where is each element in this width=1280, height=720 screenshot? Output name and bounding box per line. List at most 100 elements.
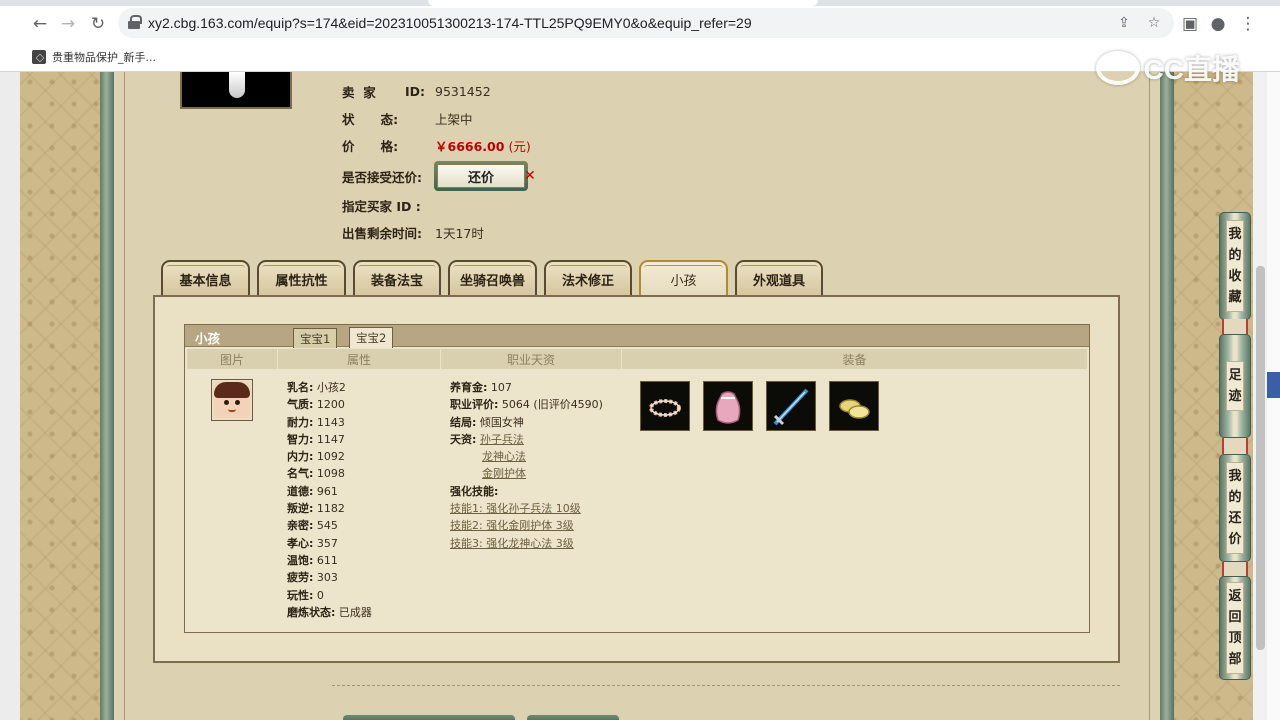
price-unit: (元) [508,138,531,154]
profile-icon[interactable]: ● [1206,12,1230,36]
skill-row: 技能1: 强化孙子兵法 10级 [450,500,603,517]
attribute-row: 叛逆: 1182 [287,502,345,516]
scrollbar-thumb[interactable] [1256,266,1265,650]
column-header-equipment: 装备 [622,349,1087,369]
watermark-text: CC直播 [1143,54,1240,85]
attribute-row: 道德: 961 [287,484,338,498]
child-panel-title: 小孩 [195,331,221,346]
attribute-row: 名气: 1098 [287,467,345,481]
item-image [180,72,292,109]
attribute-row: 耐力: 1143 [287,415,345,429]
favorites-label: 我的收藏 [1226,220,1244,312]
counter-offer-button-label[interactable]: 还价 [437,164,525,188]
counter-offer-button[interactable]: 还价 [434,161,528,191]
tab-attributes[interactable]: 属性抗性 [257,260,346,296]
time-left-label: 出售剩余时间: [342,225,422,241]
tab-spell-correction[interactable]: 法术修正 [544,260,632,296]
attribute-row: 气质: 1200 [287,398,345,412]
career-talent-row: 龙神心法 [450,448,603,465]
equipment-slot[interactable] [766,381,816,431]
browser-toolbar: ← → ↻ xy2.cbg.163.com/equip?s=174&eid=20… [0,8,1280,40]
tab-label: 属性抗性 [275,273,328,289]
seller-id-label: ID: [405,83,426,99]
attribute-row: 磨炼状态: 已成器 [287,605,372,619]
tab-label: 法术修正 [561,273,614,289]
stream-watermark: CC直播 [1095,48,1240,88]
bottom-action-button[interactable] [527,715,619,720]
attribute-row: 孝心: 357 [287,536,338,550]
career-skills-row: 强化技能: [450,484,499,498]
star-icon[interactable]: ☆ [1144,13,1164,33]
back-to-top-button[interactable]: 返回顶部 [1219,576,1251,680]
tab-strip [0,0,1280,6]
blue-sword-icon [769,384,813,428]
tab-basic-info[interactable]: 基本信息 [161,260,250,296]
seller-row: 卖 家 ID: 9531452 [342,82,491,100]
skill-link[interactable]: 技能2: 强化金刚护体 3级 [450,519,574,532]
menu-icon[interactable]: ⋮ [1236,12,1260,36]
skill-link[interactable]: 技能3: 强化龙神心法 3级 [450,537,574,550]
status-label: 状 态: [342,111,399,127]
equipment-slot[interactable] [640,381,690,431]
career-rating-row: 职业评价: 5064 (旧评价4590) [450,398,603,412]
forward-icon[interactable]: → [56,12,80,36]
close-icon[interactable]: ✕ [524,168,536,184]
sidebar-connector [1222,438,1248,454]
attribute-row: 乳名: 小孩2 [287,381,346,394]
status-value: 上架中 [435,111,473,127]
favorites-button[interactable]: 我的收藏 [1219,212,1251,320]
sidepanel-icon[interactable]: ▣ [1178,12,1202,36]
tab-mounts-summons[interactable]: 坐骑召唤兽 [448,260,537,296]
url-text[interactable]: xy2.cbg.163.com/equip?s=174&eid=20231005… [148,15,752,31]
left-gutter [0,72,20,720]
time-left-value: 1天17时 [435,225,484,241]
column-header-career: 职业天资 [441,349,621,369]
reload-icon[interactable]: ↻ [86,12,110,36]
price-value: ￥6666.00 [435,138,505,154]
attribute-row: 内力: 1092 [287,450,345,464]
subtab-baby-1[interactable]: 宝宝1 [293,328,338,348]
bottom-action-button[interactable] [343,715,515,720]
career-talent-row: 金刚护体 [450,465,603,482]
attribute-row: 玩性: 0 [287,588,324,602]
price-label: 价 格: [342,138,399,154]
wreath-icon [643,384,687,428]
share-icon[interactable]: ⇪ [1114,13,1134,33]
ghost-figure-icon [229,72,245,98]
career-ending-row: 结局: 倾国女神 [450,415,524,429]
watermark-logo-icon [1095,51,1140,85]
tab-child[interactable]: 小孩 [639,260,728,296]
attribute-row: 疲劳: 303 [287,571,338,585]
skill-row: 技能2: 强化金刚护体 3级 [450,517,603,534]
equipment-slot[interactable] [829,381,879,431]
footprint-button[interactable]: 足迹 [1219,334,1251,438]
child-avatar [211,379,253,421]
talent-link[interactable]: 孙子兵法 [480,433,524,446]
frame-right-pillar [1160,72,1174,720]
address-bar[interactable]: xy2.cbg.163.com/equip?s=174&eid=20231005… [118,8,1174,38]
lock-icon[interactable] [128,15,142,29]
talent-link[interactable]: 金刚护体 [482,467,526,480]
bookmarks-bar: 贵重物品保护_新手... [0,44,1280,70]
bookmark-item[interactable]: 贵重物品保护_新手... [32,48,156,66]
counter-offer-label: 是否接受还价: [342,169,422,185]
back-to-top-label: 返回顶部 [1226,582,1244,674]
active-browser-tab[interactable] [428,0,818,6]
child-panel-header: 小孩 宝宝1 宝宝2 [185,325,1089,348]
talent-link[interactable]: 龙神心法 [482,450,526,463]
attribute-row: 智力: 1147 [287,432,345,446]
equipment-slot[interactable] [703,381,753,431]
back-icon[interactable]: ← [28,12,52,36]
tab-appearance[interactable]: 外观道具 [735,260,823,296]
designated-buyer-label: 指定买家 ID : [342,198,421,214]
my-counter-offers-button[interactable]: 我的还价 [1219,454,1251,562]
subtab-baby-2[interactable]: 宝宝2 [349,327,394,348]
pink-bag-icon [706,384,750,428]
career-list: 养育金: 107 职业评价: 5064 (旧评价4590) 结局: 倾国女神 天… [450,379,603,552]
skill-link[interactable]: 技能1: 强化孙子兵法 10级 [450,502,581,515]
attribute-row: 亲密: 545 [287,519,338,533]
golden-shoes-icon [832,384,876,428]
tab-equipment[interactable]: 装备法宝 [353,260,441,296]
tab-label: 装备法宝 [370,273,423,289]
tab-label: 基本信息 [179,273,232,289]
